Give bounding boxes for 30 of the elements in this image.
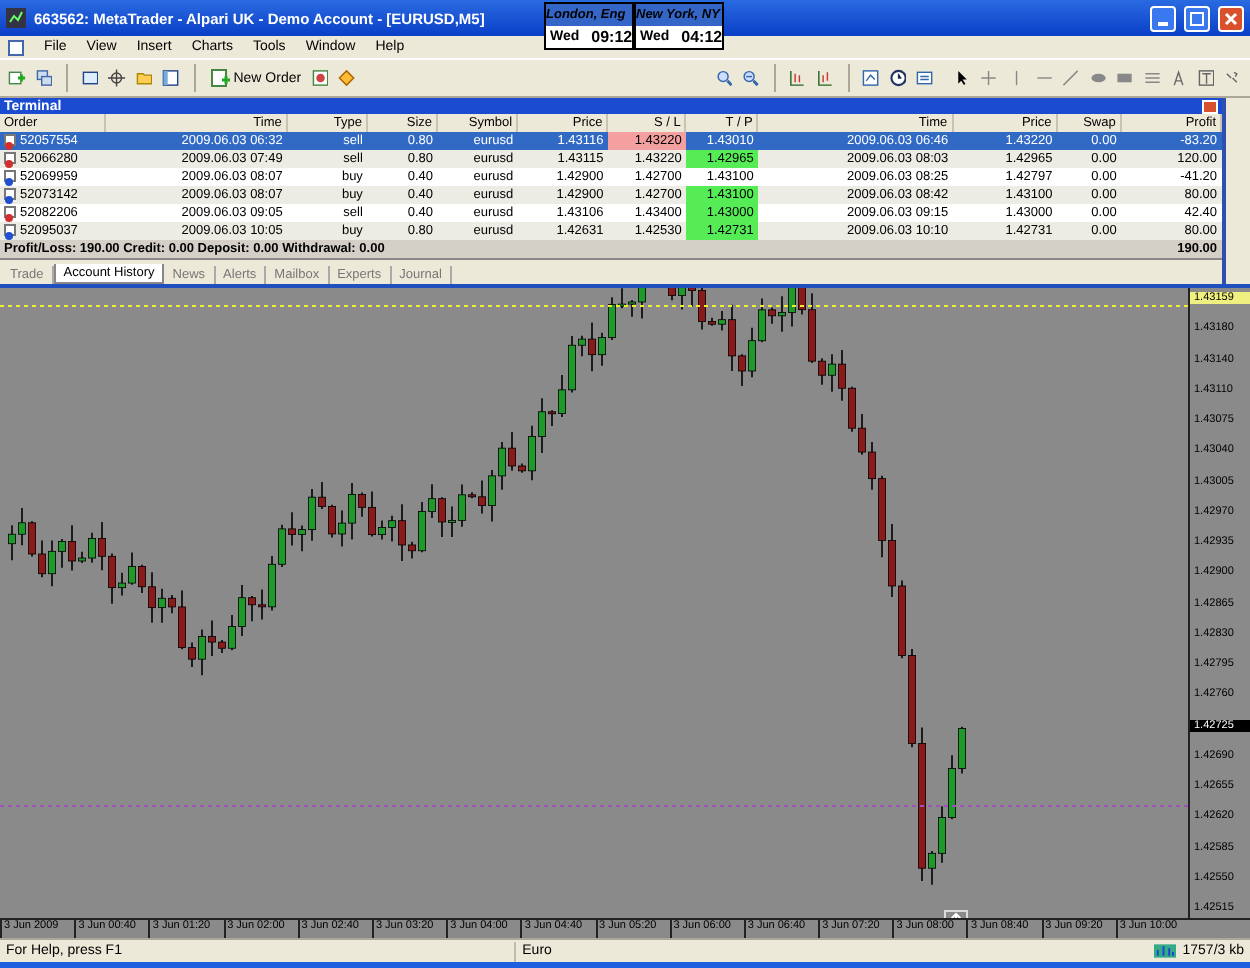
panel-icon[interactable] [162,66,180,90]
new-order-icon [209,68,230,88]
window-icon[interactable] [81,66,99,90]
close-button[interactable] [1202,99,1218,113]
maximize-icon [1190,11,1204,25]
warning-icon[interactable] [338,66,356,90]
close-icon [1224,11,1238,25]
experts-icon[interactable] [311,66,329,90]
clock-time: 04:12 [681,28,723,46]
zoom-in-icon[interactable] [715,66,733,90]
zoom-out-icon[interactable] [742,66,760,90]
close-button[interactable] [1218,5,1244,31]
label-icon[interactable] [1197,66,1215,90]
chart-menu-icon[interactable] [8,39,24,55]
connection-icon [1153,944,1177,958]
maximize-button[interactable] [1184,5,1210,31]
text-icon[interactable] [1170,66,1188,90]
trendline-icon[interactable] [1062,66,1080,90]
minimize-button[interactable] [1150,5,1176,31]
crosshair-icon[interactable] [108,66,126,90]
template-icon[interactable] [916,66,934,90]
add-icon[interactable] [8,66,26,90]
windows-icon[interactable] [35,66,53,90]
cursor-icon[interactable] [953,66,971,90]
autoscroll-icon[interactable] [816,66,834,90]
chart-shift-icon[interactable] [788,66,807,90]
app-icon [6,8,26,28]
clock-icon[interactable] [889,66,907,90]
clock-time: 09:12 [591,28,633,46]
indicator-icon[interactable] [862,66,880,90]
